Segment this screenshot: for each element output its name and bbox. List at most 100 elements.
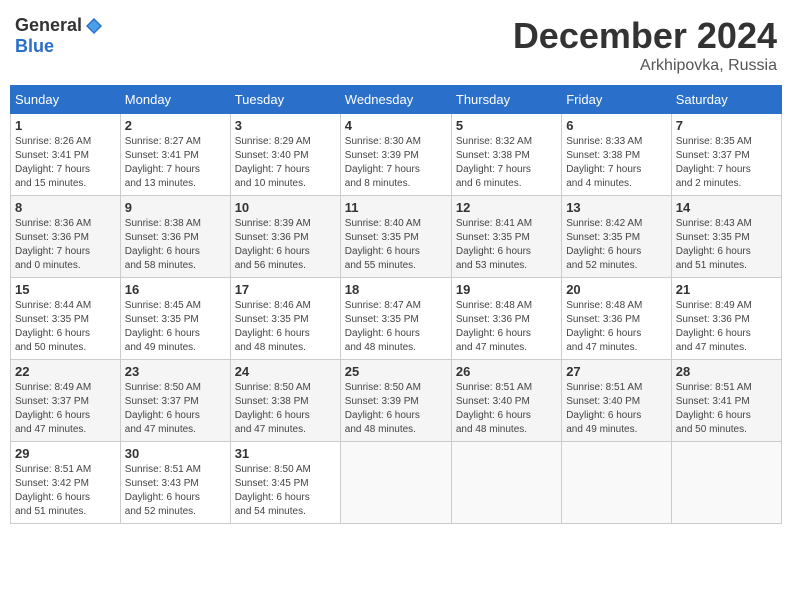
- calendar-cell: 17 Sunrise: 8:46 AM Sunset: 3:35 PM Dayli…: [230, 278, 340, 360]
- day-info: Sunrise: 8:50 AM Sunset: 3:45 PM Dayligh…: [235, 463, 336, 519]
- day-number: 25: [345, 364, 447, 379]
- header: General Blue December 2024 Arkhipovka, R…: [10, 10, 782, 75]
- day-number: 6: [566, 118, 667, 133]
- calendar-cell: 19 Sunrise: 8:48 AM Sunset: 3:36 PM Dayli…: [451, 278, 561, 360]
- calendar-cell: 27Sunrise: 8:51 AM Sunset: 3:40 PM Dayli…: [562, 360, 672, 442]
- day-info: Sunrise: 8:44 AM Sunset: 3:35 PM Dayligh…: [15, 299, 116, 355]
- calendar-cell: 23Sunrise: 8:50 AM Sunset: 3:37 PM Dayli…: [120, 360, 230, 442]
- calendar-cell: 30 Sunrise: 8:51 AM Sunset: 3:43 PM Dayli…: [120, 442, 230, 524]
- calendar-week-row: 29Sunrise: 8:51 AM Sunset: 3:42 PM Dayli…: [11, 442, 782, 524]
- calendar-cell: [340, 442, 451, 524]
- month-title: December 2024: [513, 15, 777, 57]
- day-number: 13: [566, 200, 667, 215]
- calendar-cell: 16 Sunrise: 8:45 AM Sunset: 3:35 PM Dayli…: [120, 278, 230, 360]
- calendar-cell: [451, 442, 561, 524]
- calendar-header-row: SundayMondayTuesdayWednesdayThursdayFrid…: [11, 86, 782, 114]
- calendar-cell: 13Sunrise: 8:42 AM Sunset: 3:35 PM Dayli…: [562, 196, 672, 278]
- day-info: Sunrise: 8:51 AM Sunset: 3:40 PM Dayligh…: [456, 381, 557, 437]
- calendar-cell: 2 Sunrise: 8:27 AM Sunset: 3:41 PM Daylig…: [120, 114, 230, 196]
- day-info: Sunrise: 8:48 AM Sunset: 3:36 PM Dayligh…: [566, 299, 667, 355]
- calendar-cell: 12 Sunrise: 8:41 AM Sunset: 3:35 PM Dayli…: [451, 196, 561, 278]
- header-saturday: Saturday: [671, 86, 781, 114]
- day-number: 5: [456, 118, 557, 133]
- day-info: Sunrise: 8:46 AM Sunset: 3:35 PM Dayligh…: [235, 299, 336, 355]
- day-info: Sunrise: 8:32 AM Sunset: 3:38 PM Dayligh…: [456, 135, 557, 191]
- day-number: 26: [456, 364, 557, 379]
- day-number: 24: [235, 364, 336, 379]
- calendar-cell: 29Sunrise: 8:51 AM Sunset: 3:42 PM Dayli…: [11, 442, 121, 524]
- day-number: 18: [345, 282, 447, 297]
- day-info: Sunrise: 8:39 AM Sunset: 3:36 PM Dayligh…: [235, 217, 336, 273]
- day-info: Sunrise: 8:51 AM Sunset: 3:41 PM Dayligh…: [676, 381, 777, 437]
- day-number: 10: [235, 200, 336, 215]
- calendar-cell: 9Sunrise: 8:38 AM Sunset: 3:36 PM Daylig…: [120, 196, 230, 278]
- calendar-cell: 5 Sunrise: 8:32 AM Sunset: 3:38 PM Daylig…: [451, 114, 561, 196]
- logo-icon: [84, 16, 104, 36]
- day-info: Sunrise: 8:35 AM Sunset: 3:37 PM Dayligh…: [676, 135, 777, 191]
- day-number: 27: [566, 364, 667, 379]
- day-info: Sunrise: 8:47 AM Sunset: 3:35 PM Dayligh…: [345, 299, 447, 355]
- header-sunday: Sunday: [11, 86, 121, 114]
- calendar-cell: 8 Sunrise: 8:36 AM Sunset: 3:36 PM Daylig…: [11, 196, 121, 278]
- day-number: 16: [125, 282, 226, 297]
- day-info: Sunrise: 8:50 AM Sunset: 3:39 PM Dayligh…: [345, 381, 447, 437]
- calendar-cell: [671, 442, 781, 524]
- day-number: 17: [235, 282, 336, 297]
- day-info: Sunrise: 8:51 AM Sunset: 3:43 PM Dayligh…: [125, 463, 226, 519]
- location-title: Arkhipovka, Russia: [513, 57, 777, 75]
- day-number: 30: [125, 446, 226, 461]
- day-info: Sunrise: 8:27 AM Sunset: 3:41 PM Dayligh…: [125, 135, 226, 191]
- header-wednesday: Wednesday: [340, 86, 451, 114]
- calendar-cell: 15 Sunrise: 8:44 AM Sunset: 3:35 PM Dayli…: [11, 278, 121, 360]
- day-number: 21: [676, 282, 777, 297]
- day-info: Sunrise: 8:29 AM Sunset: 3:40 PM Dayligh…: [235, 135, 336, 191]
- day-info: Sunrise: 8:43 AM Sunset: 3:35 PM Dayligh…: [676, 217, 777, 273]
- header-friday: Friday: [562, 86, 672, 114]
- calendar-cell: 22Sunrise: 8:49 AM Sunset: 3:37 PM Dayli…: [11, 360, 121, 442]
- calendar-cell: 1Sunrise: 8:26 AM Sunset: 3:41 PM Daylig…: [11, 114, 121, 196]
- day-number: 11: [345, 200, 447, 215]
- day-info: Sunrise: 8:51 AM Sunset: 3:42 PM Dayligh…: [15, 463, 116, 519]
- day-number: 22: [15, 364, 116, 379]
- calendar-cell: 14 Sunrise: 8:43 AM Sunset: 3:35 PM Dayli…: [671, 196, 781, 278]
- day-info: Sunrise: 8:45 AM Sunset: 3:35 PM Dayligh…: [125, 299, 226, 355]
- day-number: 23: [125, 364, 226, 379]
- day-number: 31: [235, 446, 336, 461]
- calendar: SundayMondayTuesdayWednesdayThursdayFrid…: [10, 85, 782, 524]
- header-monday: Monday: [120, 86, 230, 114]
- calendar-week-row: 8 Sunrise: 8:36 AM Sunset: 3:36 PM Daylig…: [11, 196, 782, 278]
- header-thursday: Thursday: [451, 86, 561, 114]
- calendar-cell: 28 Sunrise: 8:51 AM Sunset: 3:41 PM Dayli…: [671, 360, 781, 442]
- calendar-cell: 25 Sunrise: 8:50 AM Sunset: 3:39 PM Dayli…: [340, 360, 451, 442]
- calendar-cell: 21 Sunrise: 8:49 AM Sunset: 3:36 PM Dayli…: [671, 278, 781, 360]
- day-info: Sunrise: 8:26 AM Sunset: 3:41 PM Dayligh…: [15, 135, 116, 191]
- day-number: 20: [566, 282, 667, 297]
- day-number: 19: [456, 282, 557, 297]
- day-number: 14: [676, 200, 777, 215]
- day-number: 8: [15, 200, 116, 215]
- calendar-cell: 4 Sunrise: 8:30 AM Sunset: 3:39 PM Daylig…: [340, 114, 451, 196]
- day-info: Sunrise: 8:49 AM Sunset: 3:36 PM Dayligh…: [676, 299, 777, 355]
- calendar-cell: 24Sunrise: 8:50 AM Sunset: 3:38 PM Dayli…: [230, 360, 340, 442]
- calendar-cell: 26 Sunrise: 8:51 AM Sunset: 3:40 PM Dayli…: [451, 360, 561, 442]
- calendar-cell: 6 Sunrise: 8:33 AM Sunset: 3:38 PM Daylig…: [562, 114, 672, 196]
- calendar-week-row: 22Sunrise: 8:49 AM Sunset: 3:37 PM Dayli…: [11, 360, 782, 442]
- day-info: Sunrise: 8:33 AM Sunset: 3:38 PM Dayligh…: [566, 135, 667, 191]
- calendar-week-row: 15 Sunrise: 8:44 AM Sunset: 3:35 PM Dayli…: [11, 278, 782, 360]
- day-info: Sunrise: 8:48 AM Sunset: 3:36 PM Dayligh…: [456, 299, 557, 355]
- day-info: Sunrise: 8:40 AM Sunset: 3:35 PM Dayligh…: [345, 217, 447, 273]
- header-tuesday: Tuesday: [230, 86, 340, 114]
- day-number: 15: [15, 282, 116, 297]
- calendar-cell: 11 Sunrise: 8:40 AM Sunset: 3:35 PM Dayli…: [340, 196, 451, 278]
- calendar-cell: [562, 442, 672, 524]
- calendar-week-row: 1Sunrise: 8:26 AM Sunset: 3:41 PM Daylig…: [11, 114, 782, 196]
- day-number: 12: [456, 200, 557, 215]
- day-number: 28: [676, 364, 777, 379]
- day-number: 4: [345, 118, 447, 133]
- day-info: Sunrise: 8:36 AM Sunset: 3:36 PM Dayligh…: [15, 217, 116, 273]
- day-info: Sunrise: 8:41 AM Sunset: 3:35 PM Dayligh…: [456, 217, 557, 273]
- day-number: 2: [125, 118, 226, 133]
- day-number: 9: [125, 200, 226, 215]
- day-info: Sunrise: 8:30 AM Sunset: 3:39 PM Dayligh…: [345, 135, 447, 191]
- calendar-cell: 3Sunrise: 8:29 AM Sunset: 3:40 PM Daylig…: [230, 114, 340, 196]
